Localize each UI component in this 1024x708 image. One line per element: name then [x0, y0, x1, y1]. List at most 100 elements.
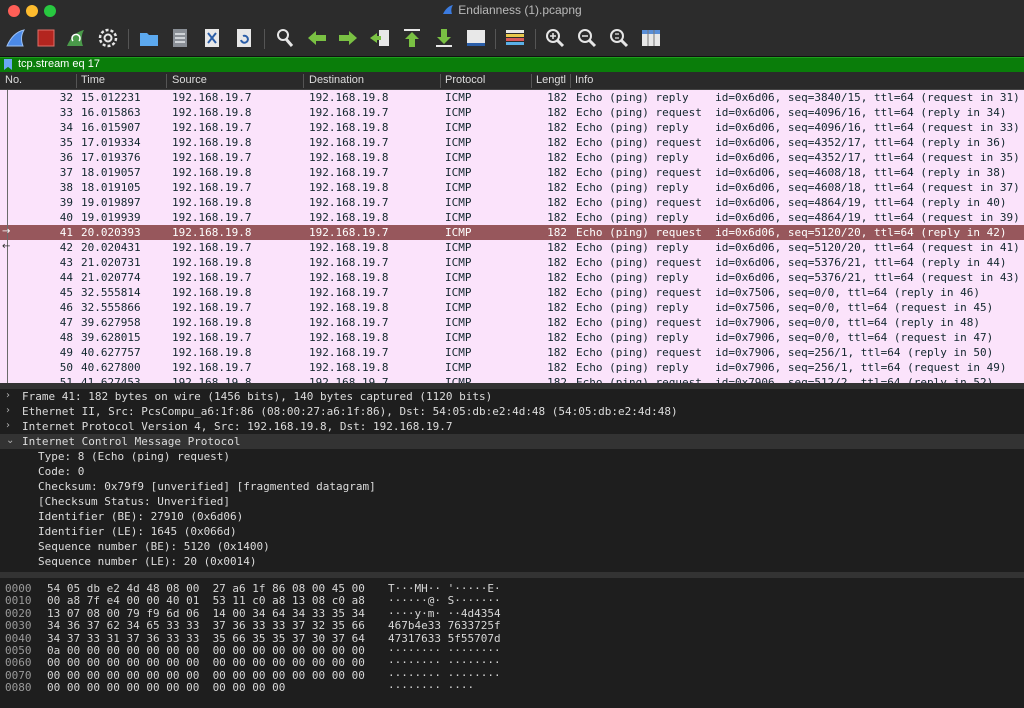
colorize-button[interactable]	[503, 26, 527, 50]
resize-columns-button[interactable]	[639, 26, 663, 50]
zoom-normal-button[interactable]	[607, 26, 631, 50]
detail-text: Frame 41: 182 bytes on wire (1456 bits),…	[22, 390, 493, 403]
packet-time: 19.019939	[81, 211, 141, 224]
packet-no: 46	[59, 301, 73, 314]
detail-field[interactable]: Checksum: 0x79f9 [unverified] [fragmente…	[0, 479, 1024, 494]
detail-field[interactable]: [Checksum Status: Unverified]	[0, 494, 1024, 509]
go-back-button[interactable]	[305, 26, 329, 50]
detail-field[interactable]: Identifier (BE): 27910 (0x6d06)	[0, 509, 1024, 524]
go-to-packet-button[interactable]	[368, 26, 392, 50]
hex-dump-line[interactable]: 0070 00 00 00 00 00 00 00 00 00 00 00 00 …	[0, 669, 1024, 682]
column-header-source[interactable]: Source	[172, 74, 207, 88]
packet-no: 34	[59, 121, 73, 134]
packet-row[interactable]: 36 17.019376 192.168.19.7 192.168.19.8 ICMP 1…	[0, 150, 1024, 165]
hex-dump-line[interactable]: 0010 00 a8 7f e4 00 00 40 01 53 11 c0 a8 …	[0, 594, 1024, 607]
expand-right-icon[interactable]: ›	[6, 390, 16, 401]
reload-file-button[interactable]	[232, 26, 256, 50]
detail-tree-item[interactable]: › Ethernet II, Src: PcsCompu_a6:1f:86 (08…	[0, 404, 1024, 419]
zoom-out-button[interactable]	[575, 26, 599, 50]
column-separator[interactable]	[303, 74, 304, 88]
packet-row[interactable]: 42 20.020431 192.168.19.7 192.168.19.8 ICMP 1…	[0, 240, 1024, 255]
column-header-time[interactable]: Time	[81, 74, 105, 88]
packet-protocol: ICMP	[445, 226, 472, 239]
detail-text: Identifier (LE): 1645 (0x066d)	[38, 525, 237, 538]
bookmark-icon[interactable]	[4, 59, 12, 70]
packet-row[interactable]: 38 18.019105 192.168.19.7 192.168.19.8 ICMP 1…	[0, 180, 1024, 195]
detail-field[interactable]: Identifier (LE): 1645 (0x066d)	[0, 524, 1024, 539]
packet-row-selected[interactable]: 41 20.020393 192.168.19.8 192.168.19.7 ICMP 1…	[0, 225, 1024, 240]
packet-no: 33	[59, 106, 73, 119]
packet-row[interactable]: 37 18.019057 192.168.19.8 192.168.19.7 ICMP 1…	[0, 165, 1024, 180]
zoom-in-icon	[546, 29, 565, 48]
find-packet-button[interactable]	[273, 26, 297, 50]
hex-dump-line[interactable]: 0000 54 05 db e2 4d 48 08 00 27 a6 1f 86 …	[0, 582, 1024, 595]
detail-tree-item[interactable]: ⌄ Internet Control Message Protocol	[0, 434, 1024, 449]
column-header-info[interactable]: Info	[575, 74, 593, 88]
display-filter-bar[interactable]: tcp.stream eq 17	[0, 57, 1024, 72]
column-header-length[interactable]: Lengtl	[536, 74, 568, 88]
packet-details-pane: › Frame 41: 182 bytes on wire (1456 bits)…	[0, 389, 1024, 572]
detail-field[interactable]: Sequence number (BE): 5120 (0x1400)	[0, 539, 1024, 554]
packet-destination: 192.168.19.8	[309, 361, 389, 374]
capture-options-button[interactable]	[96, 26, 120, 50]
detail-field[interactable]: Code: 0	[0, 464, 1024, 479]
open-file-button[interactable]	[137, 26, 161, 50]
detail-field[interactable]: Sequence number (LE): 20 (0x0014)	[0, 554, 1024, 569]
column-header-protocol[interactable]: Protocol	[445, 74, 485, 88]
packet-row[interactable]: 45 32.555814 192.168.19.8 192.168.19.7 ICMP 1…	[0, 285, 1024, 300]
packet-length: 182	[547, 226, 567, 239]
packet-row[interactable]: 34 16.015907 192.168.19.7 192.168.19.8 ICMP 1…	[0, 120, 1024, 135]
display-filter-input[interactable]: tcp.stream eq 17	[18, 58, 100, 70]
close-file-button[interactable]	[200, 26, 224, 50]
packet-row[interactable]: 43 21.020731 192.168.19.8 192.168.19.7 ICMP 1…	[0, 255, 1024, 270]
detail-tree-item[interactable]: › Frame 41: 182 bytes on wire (1456 bits)…	[0, 389, 1024, 404]
packet-row[interactable]: 50 40.627800 192.168.19.7 192.168.19.8 ICMP 1…	[0, 360, 1024, 375]
packet-row[interactable]: 40 19.019939 192.168.19.7 192.168.19.8 ICMP 1…	[0, 210, 1024, 225]
packet-length: 182	[547, 331, 567, 344]
column-separator[interactable]	[570, 74, 571, 88]
packet-row[interactable]: 51 41.627453 192.168.19.8 192.168.19.7 ICMP 1…	[0, 375, 1024, 383]
expand-down-icon[interactable]: ⌄	[6, 435, 16, 446]
column-separator[interactable]	[531, 74, 532, 88]
packet-row[interactable]: 48 39.628015 192.168.19.7 192.168.19.8 ICMP 1…	[0, 330, 1024, 345]
restart-capture-button[interactable]	[64, 26, 88, 50]
detail-field[interactable]: Type: 8 (Echo (ping) request)	[0, 449, 1024, 464]
auto-scroll-button[interactable]	[464, 26, 488, 50]
column-header-no[interactable]: No.	[5, 74, 22, 88]
detail-text: Identifier (BE): 27910 (0x6d06)	[38, 510, 244, 523]
start-capture-button[interactable]	[4, 26, 28, 50]
hex-dump-line[interactable]: 0060 00 00 00 00 00 00 00 00 00 00 00 00 …	[0, 656, 1024, 670]
packet-length: 182	[547, 301, 567, 314]
hex-dump-line[interactable]: 0040 34 37 33 31 37 36 33 33 35 66 35 35 …	[0, 632, 1024, 645]
go-first-packet-button[interactable]	[400, 26, 424, 50]
stop-capture-button[interactable]	[34, 26, 58, 50]
column-separator[interactable]	[76, 74, 77, 88]
column-header-destination[interactable]: Destination	[309, 74, 364, 88]
column-separator[interactable]	[440, 74, 441, 88]
expand-right-icon[interactable]: ›	[6, 420, 16, 431]
stop-capture-icon	[37, 29, 55, 47]
hex-dump-line[interactable]: 0050 0a 00 00 00 00 00 00 00 00 00 00 00 …	[0, 644, 1024, 657]
packet-destination: 192.168.19.8	[309, 121, 389, 134]
packet-row[interactable]: 33 16.015863 192.168.19.8 192.168.19.7 ICMP 1…	[0, 105, 1024, 120]
packet-row[interactable]: 35 17.019334 192.168.19.8 192.168.19.7 ICMP 1…	[0, 135, 1024, 150]
packet-no: 51	[59, 376, 73, 383]
hex-dump-line[interactable]: 0080 00 00 00 00 00 00 00 00 00 00 00 00 ·…	[0, 681, 1024, 694]
packet-row[interactable]: 47 39.627958 192.168.19.8 192.168.19.7 ICMP 1…	[0, 315, 1024, 330]
hex-dump-line[interactable]: 0030 34 36 37 62 34 65 33 33 37 36 33 33 …	[0, 619, 1024, 632]
expand-right-icon[interactable]: ›	[6, 405, 16, 416]
packet-row[interactable]: 39 19.019897 192.168.19.8 192.168.19.7 ICMP 1…	[0, 195, 1024, 210]
hex-bytes: 00 00 00 00 00 00 00 00 00 00 00 00 00 0…	[47, 656, 365, 670]
zoom-in-button[interactable]	[543, 26, 567, 50]
packet-row[interactable]: 49 40.627757 192.168.19.8 192.168.19.7 ICMP 1…	[0, 345, 1024, 360]
go-forward-button[interactable]	[336, 26, 360, 50]
packet-row[interactable]: 32 15.012231 192.168.19.7 192.168.19.8 ICMP 1…	[0, 90, 1024, 105]
toolbar-separator	[128, 29, 129, 49]
column-separator[interactable]	[166, 74, 167, 88]
packet-row[interactable]: 46 32.555866 192.168.19.7 192.168.19.8 ICMP 1…	[0, 300, 1024, 315]
save-file-button[interactable]	[168, 26, 192, 50]
hex-dump-line[interactable]: 0020 13 07 08 00 79 f9 6d 06 14 00 34 64 …	[0, 607, 1024, 620]
detail-tree-item[interactable]: › Internet Protocol Version 4, Src: 192.1…	[0, 419, 1024, 434]
go-last-packet-button[interactable]	[432, 26, 456, 50]
packet-row[interactable]: 44 21.020774 192.168.19.7 192.168.19.8 ICMP 1…	[0, 270, 1024, 285]
